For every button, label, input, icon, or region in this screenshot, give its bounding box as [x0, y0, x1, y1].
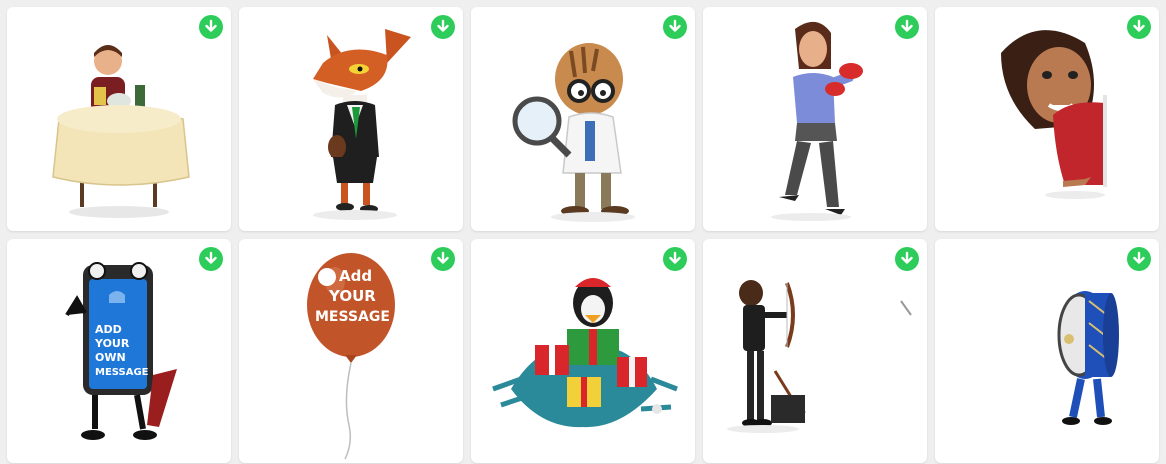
- clipart-card[interactable]: [471, 7, 695, 231]
- clipart-image: [492, 278, 678, 428]
- download-arrow-icon: [437, 251, 449, 264]
- clipart-card[interactable]: [935, 239, 1159, 463]
- download-button[interactable]: [199, 247, 223, 271]
- clipart-image: [727, 280, 912, 433]
- download-arrow-icon: [669, 19, 681, 32]
- clipart-image: [771, 21, 863, 221]
- clipart-card[interactable]: [703, 239, 927, 463]
- clipart-card[interactable]: [471, 239, 695, 463]
- clipart-card[interactable]: [703, 7, 927, 231]
- download-arrow-icon: [669, 251, 681, 264]
- balloon-message-line-2: YOUR: [328, 287, 376, 305]
- download-arrow-icon: [205, 19, 217, 32]
- clipart-card[interactable]: [239, 7, 463, 231]
- download-button[interactable]: [663, 247, 687, 271]
- clipart-card[interactable]: [935, 7, 1159, 231]
- clipart-image: Add YOUR MESSAGE: [307, 253, 395, 460]
- download-button[interactable]: [895, 247, 919, 271]
- download-button[interactable]: [199, 15, 223, 39]
- phone-message-line-1: ADD: [95, 323, 122, 336]
- download-arrow-icon: [901, 251, 913, 264]
- clipart-card[interactable]: ADD YOUR OWN MESSAGE: [7, 239, 231, 463]
- download-button[interactable]: [1127, 247, 1151, 271]
- clipart-image: [1001, 30, 1107, 199]
- phone-message-line-4: MESSAGE: [95, 367, 149, 378]
- download-arrow-icon: [901, 19, 913, 32]
- clipart-image: [313, 29, 411, 220]
- clipart-image: [1057, 291, 1119, 425]
- clipart-card[interactable]: Add YOUR MESSAGE: [239, 239, 463, 463]
- download-button[interactable]: [1127, 15, 1151, 39]
- download-button[interactable]: [431, 15, 455, 39]
- download-arrow-icon: [437, 19, 449, 32]
- download-arrow-icon: [1133, 251, 1145, 264]
- clipart-image: [52, 45, 190, 218]
- download-button[interactable]: [663, 15, 687, 39]
- clipart-image: [512, 43, 635, 222]
- phone-message-line-2: YOUR: [94, 337, 130, 350]
- clipart-card[interactable]: [7, 7, 231, 231]
- download-arrow-icon: [1133, 19, 1145, 32]
- download-button[interactable]: [895, 15, 919, 39]
- balloon-message-line-1: Add: [339, 267, 372, 285]
- clipart-grid: ADD YOUR OWN MESSAGE Add YOUR MESSAGE: [7, 7, 1159, 463]
- clipart-image: ADD YOUR OWN MESSAGE: [65, 262, 177, 440]
- download-arrow-icon: [205, 251, 217, 264]
- phone-message-line-3: OWN: [95, 351, 126, 364]
- download-button[interactable]: [431, 247, 455, 271]
- balloon-message-line-3: MESSAGE: [315, 309, 390, 325]
